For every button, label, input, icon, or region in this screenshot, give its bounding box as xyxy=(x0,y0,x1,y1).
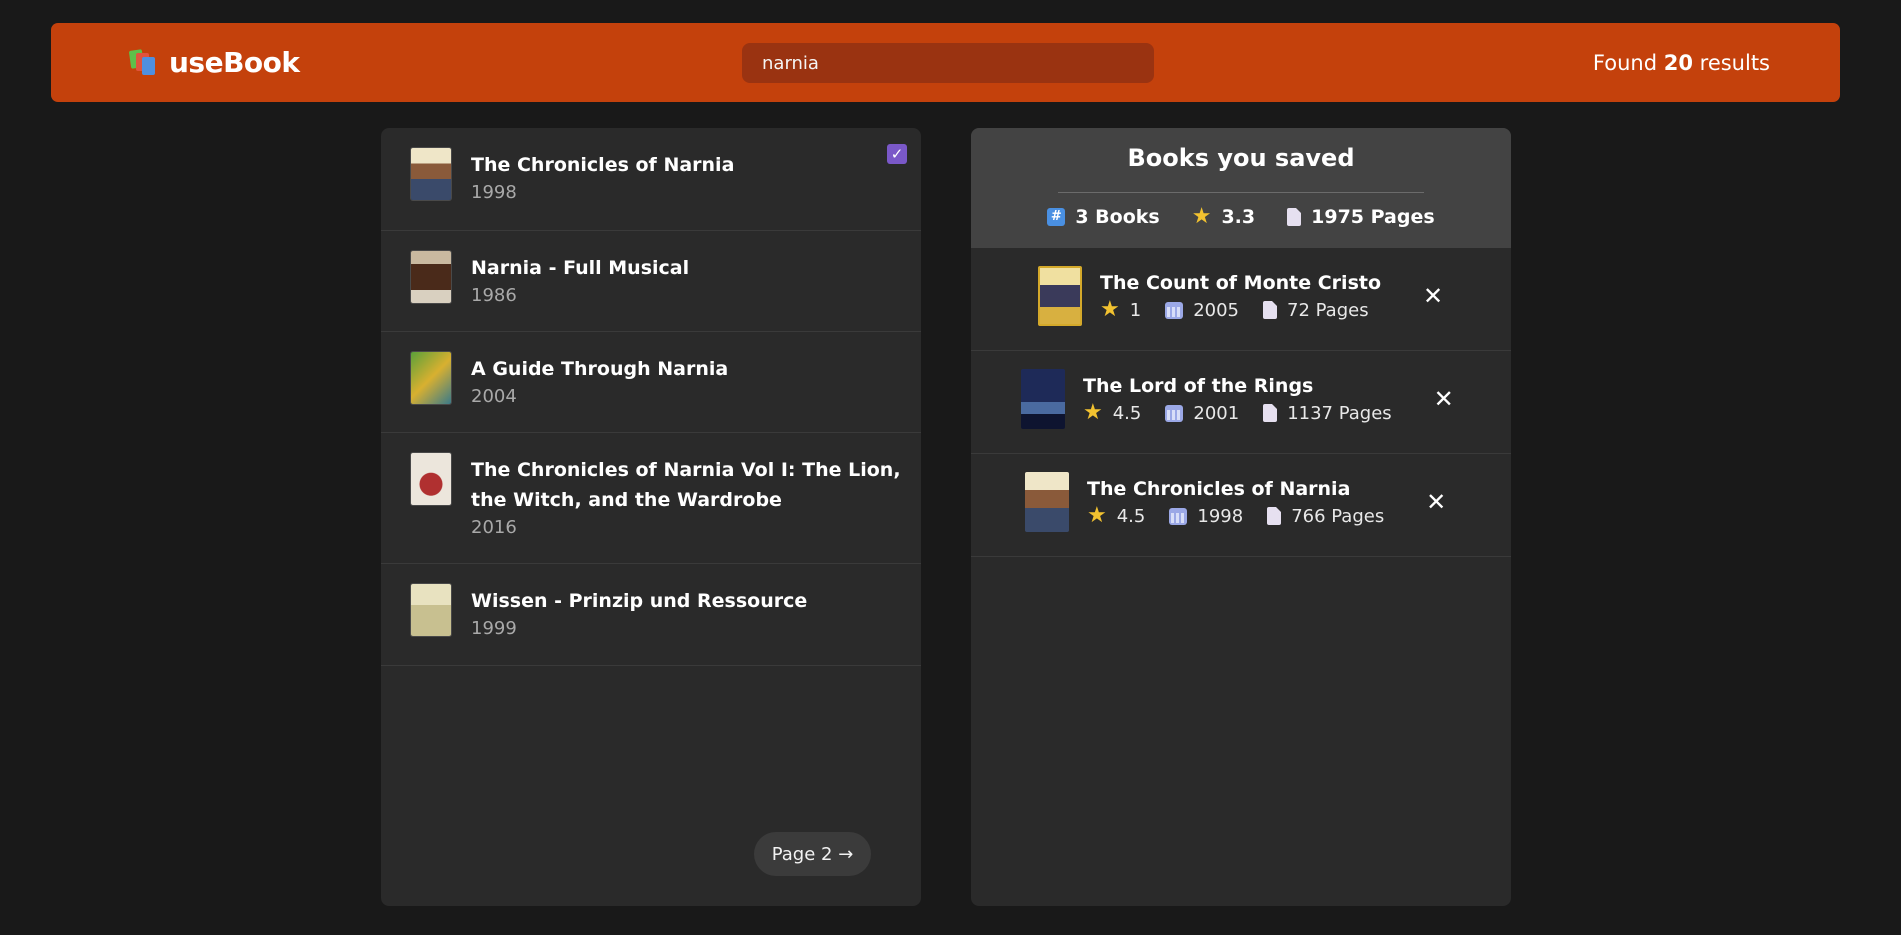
hash-icon: # xyxy=(1047,208,1066,226)
book-cover xyxy=(411,352,451,404)
result-title: The Chronicles of Narnia Vol I: The Lion… xyxy=(471,459,901,511)
star-icon: ★ xyxy=(1083,400,1103,425)
result-year: 2016 xyxy=(471,517,517,538)
saved-item-title: The Count of Monte Cristo xyxy=(1100,271,1382,294)
divider xyxy=(1058,192,1424,193)
book-cover xyxy=(1025,472,1069,532)
results-count: Found 20 results xyxy=(1592,51,1770,75)
results-number: 20 xyxy=(1663,51,1693,75)
saved-item: The Lord of the Rings ★ 4.5 2001 1137 Pag… xyxy=(971,351,1511,454)
book-cover xyxy=(411,148,451,200)
result-title: Wissen - Prinzip und Ressource xyxy=(471,590,808,612)
saved-item-pages: 72 Pages xyxy=(1287,299,1369,321)
result-item[interactable]: The Chronicles of Narnia Vol I: The Lion… xyxy=(381,433,921,564)
close-icon[interactable]: ✕ xyxy=(1421,282,1445,310)
stat-rating: ★ 3.3 xyxy=(1191,204,1256,229)
app-title: useBook xyxy=(169,45,300,79)
result-item[interactable]: Wissen - Prinzip und Ressource 1999 xyxy=(381,564,921,666)
star-icon: ★ xyxy=(1100,297,1120,322)
result-item[interactable]: The Chronicles of Narnia 1998 ✓ xyxy=(381,128,921,231)
result-item[interactable]: Narnia - Full Musical 1986 xyxy=(381,231,921,332)
calendar-icon xyxy=(1165,301,1184,319)
search-results-panel: The Chronicles of Narnia 1998 ✓ Narnia -… xyxy=(381,128,921,906)
saved-summary: Books you saved # 3 Books ★ 3.3 1975 Pag… xyxy=(971,128,1511,248)
stat-pages: 1975 Pages xyxy=(1287,206,1435,228)
result-year: 1986 xyxy=(471,285,517,306)
saved-books-panel: Books you saved # 3 Books ★ 3.3 1975 Pag… xyxy=(971,128,1511,906)
result-year: 2004 xyxy=(471,386,517,407)
saved-item-year: 1998 xyxy=(1197,505,1244,527)
close-icon[interactable]: ✕ xyxy=(1424,488,1448,516)
result-title: Narnia - Full Musical xyxy=(471,257,690,279)
calendar-icon xyxy=(1169,507,1188,525)
star-icon: ★ xyxy=(1191,204,1212,229)
next-page-button[interactable]: Page 2 → xyxy=(754,832,871,876)
saved-stats: # 3 Books ★ 3.3 1975 Pages xyxy=(971,206,1511,228)
top-bar: useBook Found 20 results xyxy=(51,23,1840,102)
page-icon xyxy=(1267,507,1282,525)
book-cover xyxy=(411,251,451,303)
saved-item-rating: 1 xyxy=(1129,299,1142,321)
stat-books: # 3 Books xyxy=(1047,206,1160,228)
books-icon xyxy=(127,47,157,77)
page-icon xyxy=(1263,301,1277,319)
page-icon xyxy=(1287,208,1302,226)
close-icon[interactable]: ✕ xyxy=(1432,385,1456,413)
saved-item-year: 2001 xyxy=(1193,402,1240,424)
result-year: 1998 xyxy=(471,182,517,203)
calendar-icon xyxy=(1165,404,1184,422)
result-item[interactable]: A Guide Through Narnia 2004 xyxy=(381,332,921,433)
saved-item-rating: 4.5 xyxy=(1112,402,1142,424)
saved-item: The Count of Monte Cristo ★ 1 2005 72 Pag… xyxy=(971,248,1511,351)
saved-item-title: The Chronicles of Narnia xyxy=(1087,477,1351,500)
result-title: The Chronicles of Narnia xyxy=(471,154,735,176)
book-cover xyxy=(411,584,451,636)
book-cover xyxy=(1038,266,1082,326)
star-icon: ★ xyxy=(1087,503,1107,528)
saved-item-title: The Lord of the Rings xyxy=(1083,374,1314,397)
saved-item-pages: 1137 Pages xyxy=(1287,402,1392,424)
saved-item: The Chronicles of Narnia ★ 4.5 1998 766 P… xyxy=(971,454,1511,557)
result-title: A Guide Through Narnia xyxy=(471,358,729,380)
checkbox-checked-icon[interactable]: ✓ xyxy=(887,144,907,164)
saved-item-year: 2005 xyxy=(1193,299,1239,321)
search-input[interactable] xyxy=(742,43,1154,83)
book-cover xyxy=(1021,369,1065,429)
saved-item-rating: 4.5 xyxy=(1116,505,1146,527)
result-year: 1999 xyxy=(471,618,517,639)
logo[interactable]: useBook xyxy=(127,45,300,79)
saved-title: Books you saved xyxy=(1127,144,1355,172)
book-cover xyxy=(411,453,451,505)
page-icon xyxy=(1263,404,1278,422)
saved-item-pages: 766 Pages xyxy=(1291,505,1385,527)
